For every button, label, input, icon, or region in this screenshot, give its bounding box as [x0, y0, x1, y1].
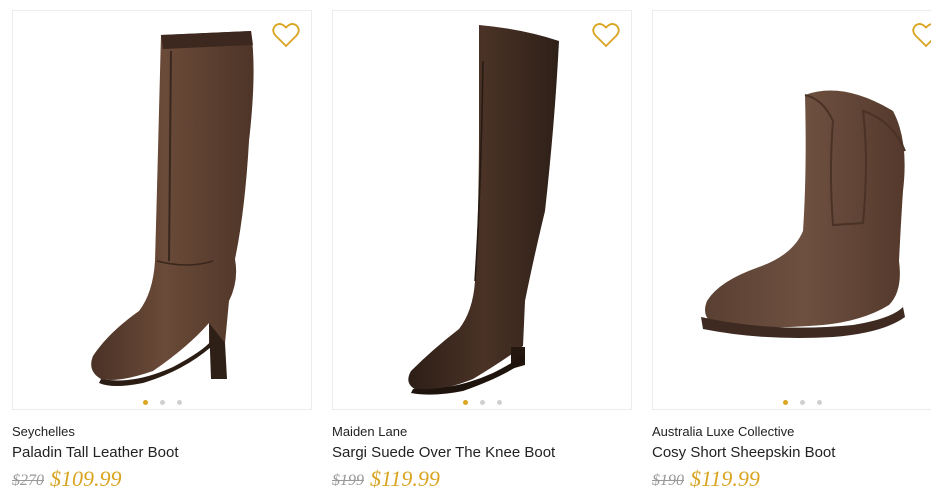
- carousel-dot[interactable]: [782, 400, 788, 405]
- product-prices: $190 $119.99: [652, 466, 760, 492]
- favorite-heart-icon[interactable]: [272, 22, 300, 48]
- original-price: $270: [12, 472, 44, 489]
- sale-price: $119.99: [690, 466, 760, 491]
- carousel-dots: [653, 400, 931, 405]
- product-image-frame[interactable]: [332, 10, 632, 410]
- product-image-tall-leather-boot[interactable]: [13, 11, 311, 409]
- product-brand[interactable]: Seychelles: [12, 424, 75, 439]
- carousel-dot[interactable]: [479, 400, 485, 405]
- product-card[interactable]: Seychelles Paladin Tall Leather Boot $27…: [12, 10, 312, 502]
- product-card[interactable]: Maiden Lane Sargi Suede Over The Knee Bo…: [332, 10, 632, 502]
- carousel-dot[interactable]: [462, 400, 468, 405]
- carousel-dot[interactable]: [159, 400, 165, 405]
- product-image-frame[interactable]: [652, 10, 931, 410]
- product-name[interactable]: Paladin Tall Leather Boot: [12, 444, 179, 461]
- carousel-dots: [13, 400, 311, 405]
- sale-price: $109.99: [50, 466, 122, 491]
- product-card[interactable]: Australia Luxe Collective Cosy Short She…: [652, 10, 931, 502]
- carousel-dot[interactable]: [176, 400, 182, 405]
- product-prices: $199 $119.99: [332, 466, 440, 492]
- product-prices: $270 $109.99: [12, 466, 122, 492]
- product-name[interactable]: Cosy Short Sheepskin Boot: [652, 444, 835, 461]
- carousel-dot[interactable]: [799, 400, 805, 405]
- carousel-dot[interactable]: [816, 400, 822, 405]
- product-name[interactable]: Sargi Suede Over The Knee Boot: [332, 444, 555, 461]
- product-image-frame[interactable]: [12, 10, 312, 410]
- sale-price: $119.99: [370, 466, 440, 491]
- carousel-dots: [333, 400, 631, 405]
- original-price: $199: [332, 472, 364, 489]
- product-image-sheepskin-boot[interactable]: [653, 11, 931, 409]
- carousel-dot[interactable]: [496, 400, 502, 405]
- product-grid: Seychelles Paladin Tall Leather Boot $27…: [0, 0, 931, 502]
- favorite-heart-icon[interactable]: [912, 22, 931, 48]
- product-brand[interactable]: Maiden Lane: [332, 424, 407, 439]
- product-brand[interactable]: Australia Luxe Collective: [652, 424, 794, 439]
- favorite-heart-icon[interactable]: [592, 22, 620, 48]
- product-image-over-the-knee-boot[interactable]: [333, 11, 631, 409]
- carousel-dot[interactable]: [142, 400, 148, 405]
- original-price: $190: [652, 472, 684, 489]
